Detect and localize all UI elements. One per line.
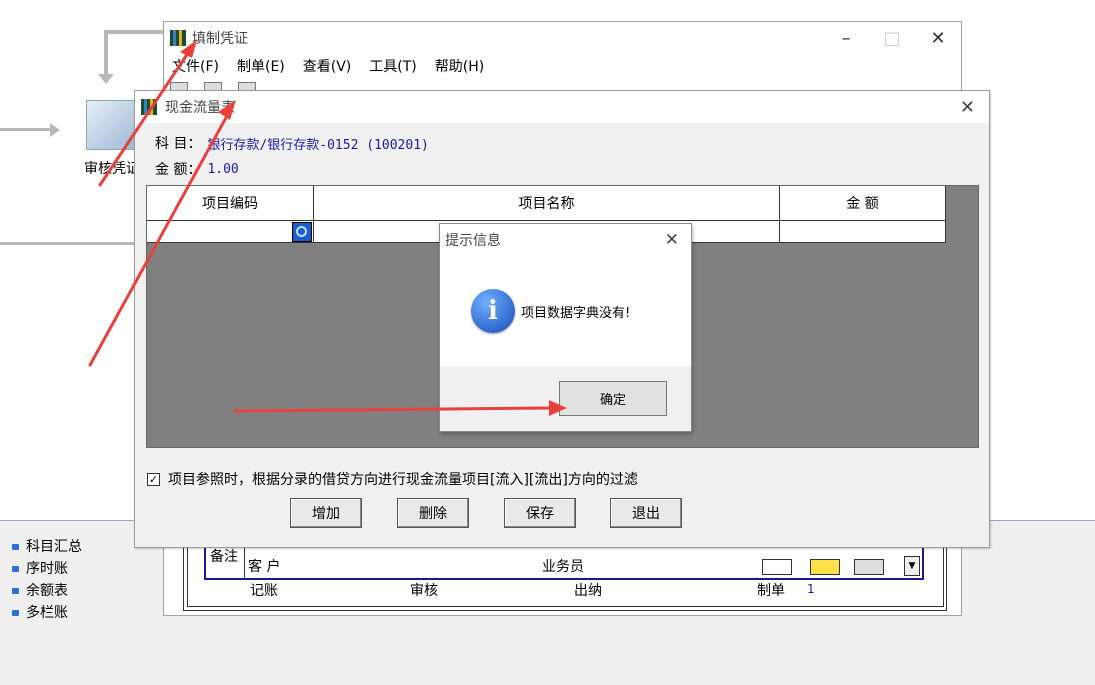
salesperson-label: 业务员 bbox=[542, 559, 584, 575]
amount-label: 金 额： bbox=[155, 162, 202, 178]
filter-checkbox[interactable]: ✓ bbox=[147, 472, 160, 486]
add-button[interactable]: 增加 bbox=[290, 498, 362, 528]
subject-value: 银行存款/银行存款-0152 (100201) bbox=[207, 137, 429, 153]
app-icon bbox=[170, 30, 186, 46]
filter-checkbox-label: 项目参照时，根据分录的借贷方向进行现金流量项目[流入][流出]方向的过滤 bbox=[168, 472, 638, 488]
maximize-icon[interactable]: □ bbox=[869, 28, 915, 49]
delete-button[interactable]: 删除 bbox=[397, 498, 469, 528]
bullet-icon bbox=[12, 566, 19, 572]
side-item-multicolumn[interactable]: 多栏账 bbox=[12, 602, 82, 624]
voucher-title: 填制凭证 bbox=[192, 31, 248, 47]
column-project-name[interactable]: 项目名称 bbox=[314, 186, 780, 220]
voucher-titlebar: 填制凭证 – □ ✕ bbox=[164, 22, 961, 54]
project-code-cell[interactable] bbox=[147, 221, 314, 242]
menu-help[interactable]: 帮助(H) bbox=[435, 56, 484, 76]
close-icon[interactable]: ✕ bbox=[960, 97, 975, 118]
cash-flow-titlebar: 现金流量表 ✕ bbox=[135, 91, 989, 123]
menu-tools[interactable]: 工具(T) bbox=[369, 56, 416, 76]
pen-icon[interactable] bbox=[854, 559, 884, 575]
cashier-label: 出纳 bbox=[574, 583, 602, 599]
bullet-icon bbox=[12, 588, 19, 594]
menu-view[interactable]: 查看(V) bbox=[303, 56, 352, 76]
audit-voucher-label[interactable]: 审核凭证 bbox=[84, 158, 140, 178]
flow-arrow-down bbox=[98, 74, 114, 84]
message-title: 提示信息 bbox=[445, 233, 501, 249]
maker-value: 1 bbox=[807, 582, 815, 596]
voucher-menubar: 文件(F) 制单(E) 查看(V) 工具(T) 帮助(H) bbox=[164, 54, 961, 78]
flow-connector bbox=[0, 242, 140, 245]
search-icon[interactable] bbox=[292, 222, 312, 242]
save-button[interactable]: 保存 bbox=[504, 498, 576, 528]
message-body: i 项目数据字典没有! bbox=[440, 256, 691, 366]
amount-row: 金 额： 1.00 bbox=[155, 159, 239, 179]
menu-file[interactable]: 文件(F) bbox=[172, 56, 219, 76]
bullet-icon bbox=[12, 610, 19, 616]
close-icon[interactable]: ✕ bbox=[915, 28, 961, 49]
cash-flow-title: 现金流量表 bbox=[165, 100, 235, 116]
audit-voucher-icon[interactable] bbox=[86, 100, 136, 150]
side-item-journal[interactable]: 序时账 bbox=[12, 558, 82, 580]
customer-label: 客 户 bbox=[248, 559, 281, 575]
close-icon[interactable]: ✕ bbox=[665, 230, 679, 250]
column-project-code[interactable]: 项目编码 bbox=[147, 186, 314, 220]
app-icon bbox=[141, 99, 157, 115]
grid-header: 项目编码 项目名称 金 额 bbox=[147, 186, 946, 221]
maker-label: 制单 bbox=[757, 583, 785, 599]
flow-connector bbox=[104, 30, 108, 76]
amount-value: 1.00 bbox=[207, 161, 239, 177]
side-list: 科目汇总 序时账 余额表 多栏账 bbox=[12, 536, 82, 624]
ok-button[interactable]: 确定 bbox=[559, 381, 667, 416]
message-box: 提示信息 ✕ i 项目数据字典没有! 确定 bbox=[439, 223, 692, 432]
amount-cell[interactable] bbox=[780, 221, 946, 242]
scroll-down-icon[interactable]: ▼ bbox=[904, 556, 920, 576]
flow-arrow-right bbox=[50, 123, 60, 137]
remark-label: 备注 bbox=[210, 549, 238, 565]
filter-checkbox-row[interactable]: ✓ 项目参照时，根据分录的借贷方向进行现金流量项目[流入][流出]方向的过滤 bbox=[147, 469, 638, 489]
minimize-icon[interactable]: – bbox=[823, 28, 869, 49]
note-icon[interactable] bbox=[762, 559, 792, 575]
message-text: 项目数据字典没有! bbox=[521, 305, 631, 321]
subject-label: 科 目： bbox=[155, 136, 202, 152]
menu-make[interactable]: 制单(E) bbox=[237, 56, 285, 76]
exit-button[interactable]: 退出 bbox=[610, 498, 682, 528]
flow-connector bbox=[0, 128, 50, 131]
review-label: 审核 bbox=[410, 583, 438, 599]
side-item-balance[interactable]: 余额表 bbox=[12, 580, 82, 602]
subject-row: 科 目： 银行存款/银行存款-0152 (100201) bbox=[155, 133, 429, 153]
side-item-account-summary[interactable]: 科目汇总 bbox=[12, 536, 82, 558]
message-footer: 确定 bbox=[440, 366, 691, 431]
bullet-icon bbox=[12, 544, 19, 550]
card-icon[interactable] bbox=[810, 559, 840, 575]
column-amount[interactable]: 金 额 bbox=[780, 186, 946, 220]
flow-connector bbox=[104, 30, 164, 34]
info-icon: i bbox=[471, 289, 515, 333]
message-titlebar: 提示信息 ✕ bbox=[440, 224, 691, 256]
post-label: 记账 bbox=[250, 583, 278, 599]
